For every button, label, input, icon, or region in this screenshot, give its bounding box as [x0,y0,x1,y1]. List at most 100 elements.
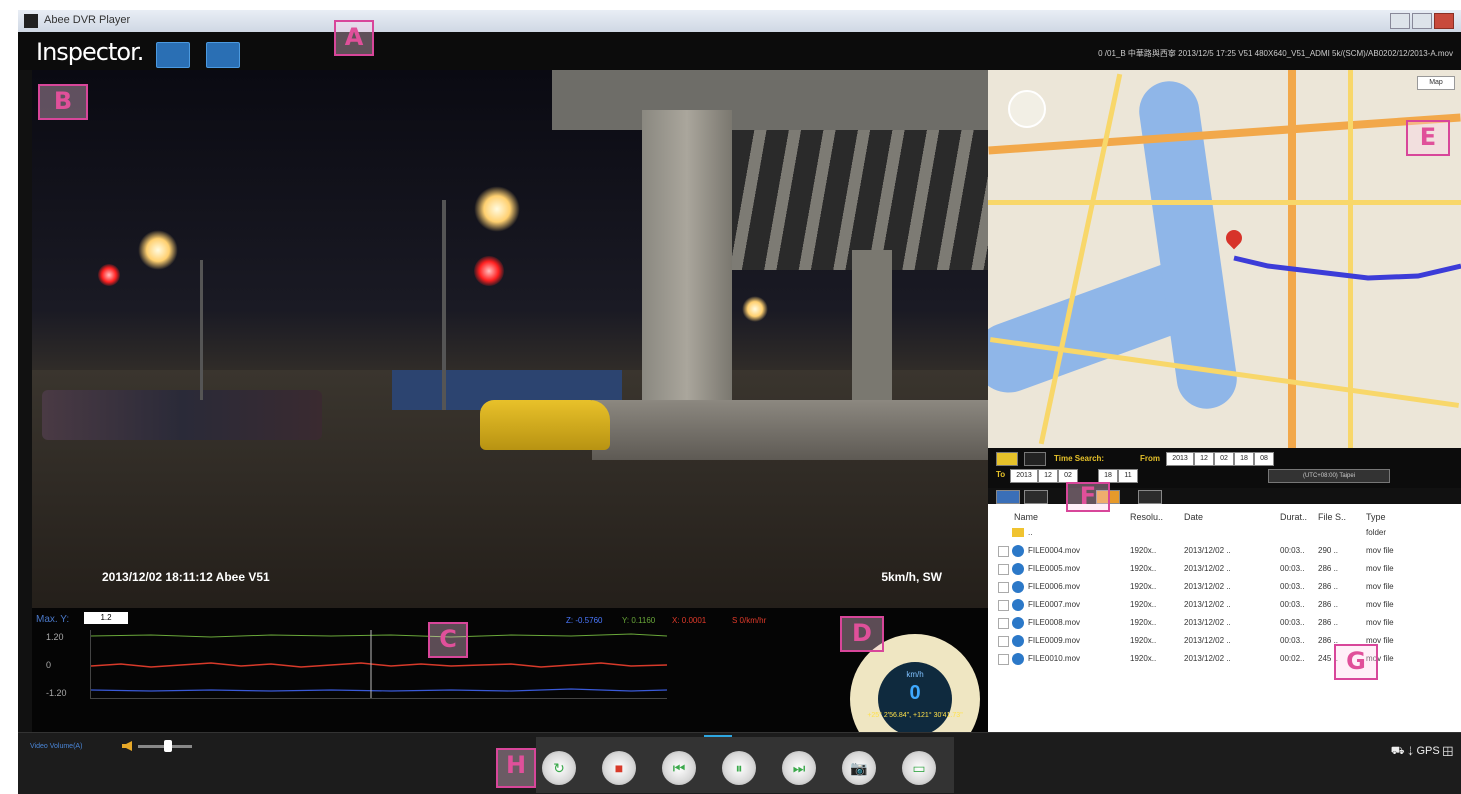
video-traffic [42,390,322,440]
previous-button[interactable]: ⏮ [662,751,696,785]
file-resolution: 1920x.. [1130,636,1157,645]
callout-d: D [840,616,884,652]
file-date: 2013/12/02 .. [1184,618,1231,627]
legend-y: Y: 0.1160 [622,616,656,625]
video-viewport[interactable]: 2013/12/02 18:11:12 Abee V51 5km/h, SW [32,70,988,608]
file-source-tabs [988,488,1461,504]
file-name: FILE0009.mov [1028,636,1081,645]
to-month[interactable]: 12 [1038,469,1058,483]
file-duration: 00:03.. [1280,582,1305,591]
map-panel[interactable]: Map [988,70,1461,448]
file-row[interactable]: FILE0006.mov 1920x.. 2013/12/02 .. 00:03… [988,580,1461,596]
file-name: FILE0005.mov [1028,564,1081,573]
row-checkbox[interactable] [998,600,1009,611]
to-hour[interactable]: 18 [1098,469,1118,483]
file-row[interactable]: FILE0007.mov 1920x.. 2013/12/02 .. 00:03… [988,598,1461,614]
snapshot-button[interactable]: 📷 [842,751,876,785]
volume-label: Video Volume(A) [30,743,83,750]
app-icon [24,14,38,28]
next-button[interactable]: ⏭ [782,751,816,785]
file-row[interactable]: FILE0009.mov 1920x.. 2013/12/02 .. 00:03… [988,634,1461,650]
row-checkbox[interactable] [998,654,1009,665]
row-checkbox[interactable] [998,546,1009,557]
to-day[interactable]: 02 [1058,469,1078,483]
graph-plot-area[interactable] [90,630,668,699]
file-date: 2013/12/02 .. [1184,582,1231,591]
video-overpass-beams [732,130,988,270]
right-tools[interactable]: ⛟ ⇣ GPS ⊞ [1391,745,1453,759]
close-button[interactable] [1434,13,1454,29]
traffic-light [474,256,504,286]
col-type[interactable]: Type [1366,512,1386,522]
file-date: 2013/12/02 .. [1184,600,1231,609]
inspector-logo: Inspector. [36,38,144,66]
minimize-button[interactable] [1390,13,1410,29]
callout-h: H [496,748,536,788]
from-hour[interactable]: 18 [1234,452,1254,466]
tab-sd-card[interactable] [1024,490,1048,504]
col-file-size[interactable]: File S.. [1318,512,1346,522]
map-pan-control[interactable] [1008,90,1046,128]
callout-f: F [1066,482,1110,512]
timezone-select[interactable]: (UTC+08:00) Taipei [1268,469,1390,483]
file-size: 286 .. [1318,564,1339,573]
col-name[interactable]: Name [1014,512,1038,522]
file-date: 2013/12/02 .. [1184,546,1231,555]
from-year[interactable]: 2013 [1166,452,1194,466]
to-minute[interactable]: 11 [1118,469,1138,483]
file-resolution: 1920x.. [1130,654,1157,663]
speaker-icon[interactable] [122,741,132,751]
file-row[interactable]: FILE0010.mov 1920x.. 2013/12/02 .. 00:02… [988,652,1461,668]
tab-export[interactable] [1138,490,1162,504]
folder-name: .. [1028,528,1033,537]
pause-button[interactable]: ⏸ [722,751,756,785]
file-duration: 00:03.. [1280,636,1305,645]
file-row[interactable]: FILE0004.mov 1920x.. 2013/12/02 .. 00:03… [988,544,1461,560]
file-row[interactable]: FILE0008.mov 1920x.. 2013/12/02 .. 00:03… [988,616,1461,632]
file-row[interactable]: FILE0005.mov 1920x.. 2013/12/02 .. 00:03… [988,562,1461,578]
file-type: mov file [1366,582,1394,591]
search-toggle-on[interactable] [996,452,1018,466]
traffic-light [98,264,120,286]
from-day[interactable]: 02 [1214,452,1234,466]
map-type-button[interactable]: Map [1417,76,1455,90]
video-file-icon [1012,563,1024,575]
graph-svg [90,630,668,698]
video-barrier [592,400,988,460]
file-duration: 00:03.. [1280,546,1305,555]
video-file-icon [1012,635,1024,647]
file-type: mov file [1366,564,1394,573]
row-checkbox[interactable] [998,582,1009,593]
open-file-button[interactable] [156,42,190,68]
col-resolution[interactable]: Resolu.. [1130,512,1163,522]
y-tick-mid: 0 [46,660,52,670]
maximize-button[interactable] [1412,13,1432,29]
row-checkbox[interactable] [998,636,1009,647]
file-name: FILE0010.mov [1028,654,1081,663]
video-pillar [642,110,732,410]
to-year[interactable]: 2013 [1010,469,1038,483]
tab-local-files[interactable] [996,490,1020,504]
from-minute[interactable]: 08 [1254,452,1274,466]
row-checkbox[interactable] [998,618,1009,629]
volume-slider-handle[interactable] [164,740,172,752]
street-light [138,230,178,270]
stop-button[interactable]: ■ [602,751,636,785]
row-checkbox[interactable] [998,564,1009,575]
repeat-button[interactable]: ↻ [542,751,576,785]
col-duration[interactable]: Durat.. [1280,512,1307,522]
search-toggle-off[interactable] [1024,452,1046,466]
max-y-input[interactable]: 1.2 [84,612,128,624]
y-tick-bottom: -1.20 [46,688,67,698]
folder-row[interactable]: .. folder [988,526,1461,542]
fullscreen-button[interactable]: ▭ [902,751,936,785]
callout-c: C [428,622,468,658]
street-pole [442,200,446,410]
from-label: From [1140,454,1160,463]
col-date[interactable]: Date [1184,512,1203,522]
series-z-line [90,688,668,692]
from-month[interactable]: 12 [1194,452,1214,466]
y-tick-top: 1.20 [46,632,64,642]
settings-button[interactable] [206,42,240,68]
callout-b: B [38,84,88,120]
